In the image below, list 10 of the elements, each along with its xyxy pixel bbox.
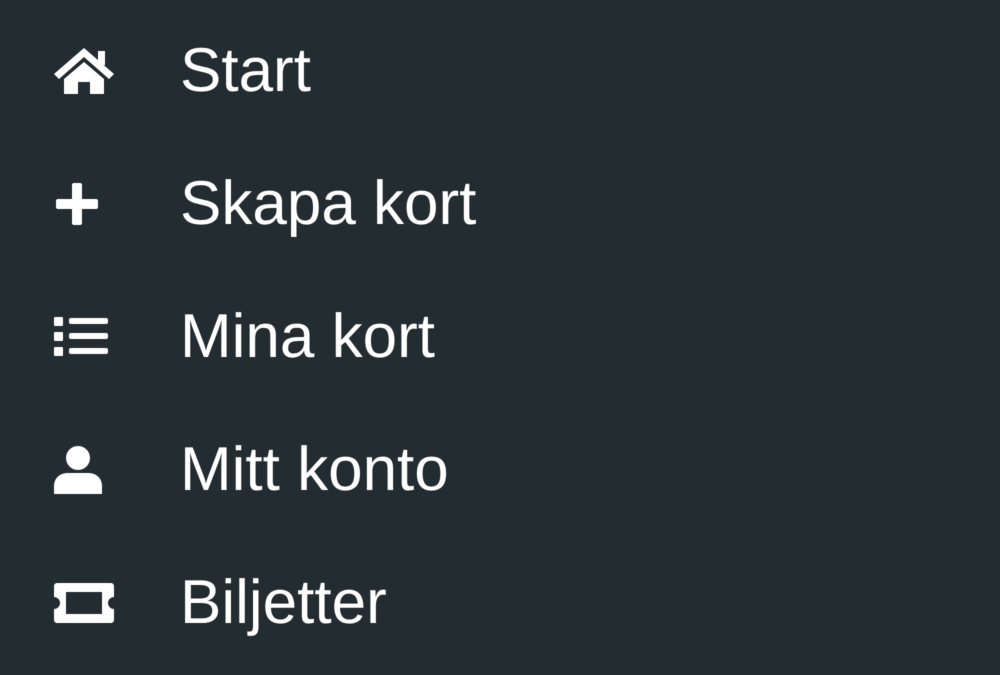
list-icon <box>54 316 108 356</box>
menu-item[interactable]: Biljetter <box>0 536 1000 669</box>
plus-icon <box>54 180 100 226</box>
user-icon <box>54 446 102 494</box>
menu-item[interactable]: Mina kort <box>0 270 1000 403</box>
ticket-icon <box>54 582 114 622</box>
menu-item[interactable]: Skapa kort <box>0 137 1000 270</box>
home-icon <box>54 48 114 94</box>
menu-item[interactable]: Start <box>0 4 1000 137</box>
menu-item[interactable]: Mitt konto <box>0 403 1000 536</box>
